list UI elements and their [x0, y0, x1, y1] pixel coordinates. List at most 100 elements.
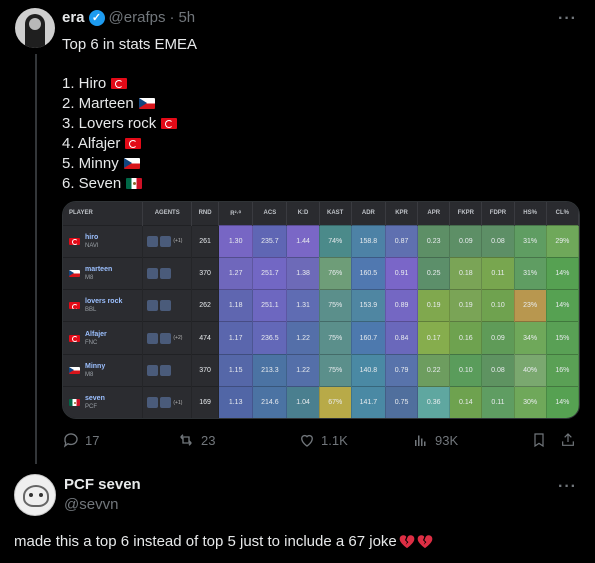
stats-table-image[interactable]: PLAYER AGENTS RND R²·⁰ ACS K:D KAST ADR … [62, 201, 580, 419]
player-name: seven [85, 395, 105, 403]
reply-author-handle[interactable]: @sevvn [64, 496, 118, 513]
czech-flag-icon [123, 157, 140, 169]
agents-cell [142, 353, 193, 387]
stat-cell: 1.22 [286, 353, 320, 387]
stat-cell: 29% [546, 224, 579, 258]
stat-cell: 31% [514, 256, 547, 290]
table-row: marteen M8 370 1.27 251.7 1.38 76% 160.5 0.91 0.2… [63, 256, 579, 290]
stat-cell: 75% [319, 321, 352, 355]
player-cell: hiro NAVI [63, 224, 144, 258]
repost-icon [180, 434, 192, 446]
table-row: seven PCF (+1) 169 1.13 214.6 1.04 67% 141.7 0.75… [63, 386, 579, 418]
stat-cell: 0.23 [417, 224, 451, 258]
stat-cell: 14% [546, 256, 579, 290]
stat-cell: 1.04 [286, 386, 320, 418]
like-button[interactable]: 1.1K [298, 431, 348, 449]
stat-cell: 0.11 [481, 256, 515, 290]
czech-flag-icon [138, 97, 155, 109]
agents-cell [142, 256, 193, 290]
views-button[interactable]: 93K [412, 431, 458, 449]
repost-count: 23 [201, 432, 216, 448]
reply-count: 17 [85, 432, 100, 448]
stat-cell: 153.9 [351, 289, 386, 322]
agent-icon [160, 235, 172, 247]
stats-table: PLAYER AGENTS RND R²·⁰ ACS K:D KAST ADR … [63, 202, 579, 418]
stat-cell: 0.36 [417, 386, 451, 418]
stat-cell: 1.13 [218, 386, 254, 418]
author-handle[interactable]: @erafps [109, 9, 166, 26]
repost-button[interactable]: 23 [176, 431, 215, 449]
stat-cell: 261 [191, 224, 220, 258]
ranking-item: 2. Marteen [62, 93, 177, 113]
stat-cell: 0.10 [449, 353, 483, 387]
reply-more-options-icon[interactable]: ··· [558, 478, 577, 496]
agent-icon [160, 364, 172, 376]
player-team: M8 [85, 371, 94, 378]
author-avatar[interactable] [15, 8, 55, 48]
reply-author-name[interactable]: PCF seven [64, 476, 141, 493]
stat-cell: 0.11 [481, 386, 515, 418]
stat-cell: 370 [191, 256, 220, 290]
stat-cell: 1.15 [218, 353, 254, 387]
heart-icon [301, 434, 313, 447]
table-header-row: PLAYER AGENTS RND R²·⁰ ACS K:D KAST ADR … [63, 202, 579, 225]
broken-heart-icon [399, 535, 415, 549]
stat-cell: 251.7 [252, 256, 288, 290]
stat-cell: 1.22 [286, 321, 320, 355]
stat-cell: 67% [319, 386, 352, 418]
czech-flag-icon [69, 269, 80, 277]
agents-extra: (+1) [173, 238, 183, 245]
bookmark-button[interactable] [531, 431, 547, 449]
reply-button[interactable]: 17 [62, 431, 99, 449]
stat-cell: 75% [319, 289, 352, 322]
player-team: BBL [85, 307, 97, 314]
stat-cell: 160.5 [351, 256, 386, 290]
tweet-time[interactable]: 5h [178, 9, 195, 26]
agents-extra: (+1) [173, 399, 183, 406]
turkey-flag-icon [69, 237, 80, 245]
table-row: lovers rock BBL 262 1.18 251.1 1.31 75% 153.9 0.… [63, 289, 579, 322]
stat-cell: 251.1 [252, 289, 288, 322]
player-team: NAVI [85, 242, 99, 249]
table-row: Minny M8 370 1.15 213.3 1.22 75% 140.8 0.79 0.22 0… [63, 353, 579, 387]
separator-dot: · [169, 9, 175, 26]
stat-cell: 1.27 [218, 256, 254, 290]
stat-cell: 40% [514, 353, 547, 387]
col-header: HS% [514, 202, 547, 225]
stat-cell: 0.19 [417, 289, 451, 322]
tweet-header: era ✓ @erafps · 5h [62, 9, 195, 26]
reply-author-avatar[interactable] [14, 474, 56, 516]
col-header: KPR [385, 202, 419, 225]
stat-cell: 1.30 [218, 224, 254, 258]
stat-cell: 140.8 [351, 353, 386, 387]
views-chart-icon [415, 435, 426, 446]
stat-cell: 1.31 [286, 289, 320, 322]
player-cell: Minny M8 [63, 353, 144, 387]
tweet-text: Top 6 in stats EMEA [62, 36, 198, 53]
ranking-list: 1. Hiro 2. Marteen 3. Lovers rock 4. Alf… [62, 73, 178, 193]
turkey-flag-icon [125, 137, 142, 149]
czech-flag-icon [69, 366, 80, 374]
stat-cell: 0.09 [449, 224, 483, 258]
agent-icon [160, 397, 172, 409]
stat-cell: 0.09 [481, 321, 515, 355]
agent-icon [147, 364, 159, 376]
stat-cell: 16% [546, 353, 579, 387]
stat-cell: 0.17 [417, 321, 451, 355]
share-icon [562, 433, 574, 446]
stat-cell: 474 [191, 321, 220, 355]
share-button[interactable] [560, 431, 576, 449]
stat-cell: 214.6 [252, 386, 288, 418]
col-header: ADR [351, 202, 386, 225]
author-name[interactable]: era [62, 9, 85, 26]
player-cell: seven PCF [63, 386, 144, 418]
stat-cell: 30% [514, 386, 547, 418]
player-team: M8 [85, 274, 94, 281]
player-cell: lovers rock BBL [63, 289, 144, 322]
stat-cell: 262 [191, 289, 220, 322]
stat-cell: 74% [319, 224, 352, 258]
stat-cell: 370 [191, 353, 220, 387]
more-options-icon[interactable]: ··· [558, 10, 577, 28]
ranking-item: 6. Seven [62, 173, 177, 193]
stat-cell: 0.08 [481, 353, 515, 387]
